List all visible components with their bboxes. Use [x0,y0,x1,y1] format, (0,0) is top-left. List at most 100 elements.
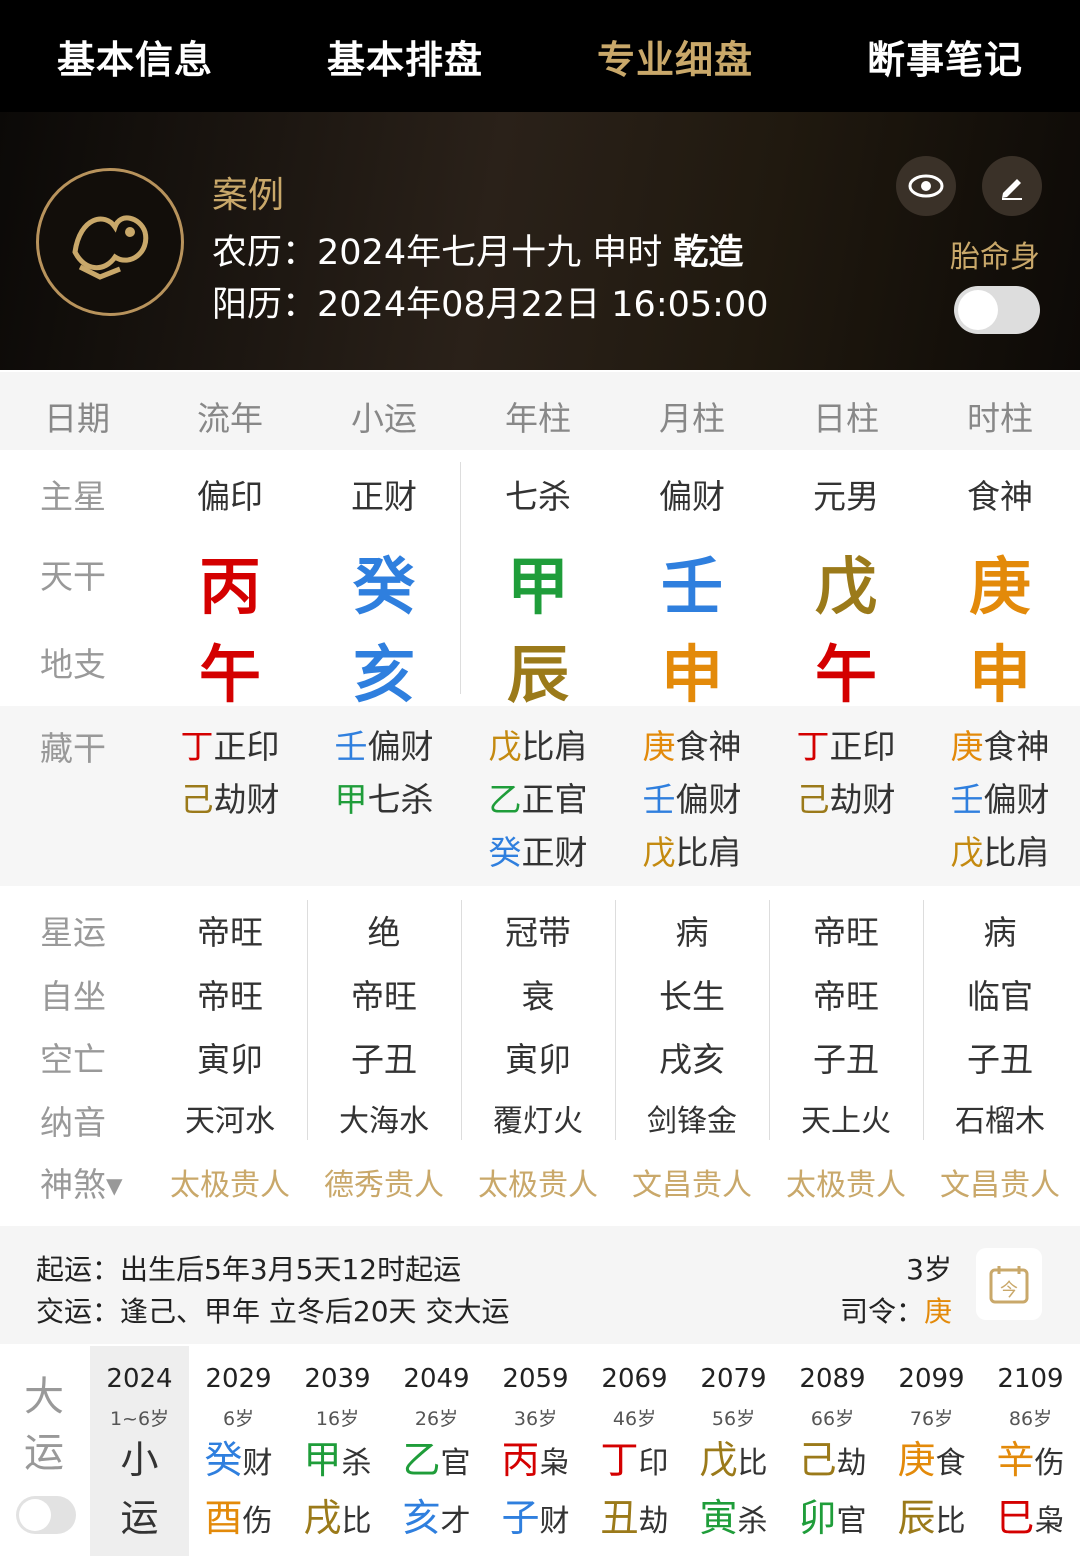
canggan-god: 偏财 [675,780,742,819]
tab-basic-info[interactable]: 基本信息 [0,29,270,84]
col-header-month: 月柱 [659,399,725,438]
cell-xingyun: 冠带 [505,913,571,952]
shensha-cell[interactable]: 太极贵人 [153,1160,307,1204]
main-star: 偏印 [197,477,263,516]
dayun-zhi-god: 枭 [1034,1504,1065,1539]
dayun-year: 2049 [403,1364,470,1394]
canggan-god: 比肩 [675,833,742,872]
canggan-god: 劫财 [213,780,280,819]
dayun-label-2: 运 [24,1430,64,1476]
pencil-icon[interactable] [982,156,1042,216]
row-label-tiangan: 天干 [40,557,106,596]
canggan-god: 比肩 [983,833,1050,872]
dayun-age: 86岁 [1008,1408,1053,1430]
canggan-item: 癸正财 [461,826,615,879]
tab-basic-chart[interactable]: 基本排盘 [270,29,540,84]
dayun-gan-char: 癸 [204,1438,243,1482]
shensha-cell[interactable]: 文昌贵人 [615,1160,769,1204]
dayun-item[interactable]: 2069 46岁 丁印 丑劫 [585,1346,684,1556]
taiming-label: 胎命身 [950,240,1040,275]
dayun-item[interactable]: 2089 66岁 己劫 卯官 [783,1346,882,1556]
dizhi-char: 亥 [352,638,415,711]
tab-notes[interactable]: 断事笔记 [810,29,1080,84]
dayun-year: 2059 [502,1364,569,1394]
dayun-gan-god: 印 [638,1446,669,1481]
cell-xingyun: 绝 [367,913,401,952]
canggan-stem: 庚 [950,727,984,766]
dayun-item[interactable]: 2099 76岁 庚食 辰比 [882,1346,981,1556]
canggan-item: 壬偏财 [923,773,1077,826]
dayun-item[interactable]: 2059 36岁 丙枭 子财 [486,1346,585,1556]
eye-icon[interactable] [896,156,956,216]
dayun-year: 2039 [304,1364,371,1394]
shensha-cell[interactable]: 文昌贵人 [923,1160,1077,1204]
dayun-zhi-char: 戌 [303,1496,342,1540]
dayun-gan: 丁印 [585,1438,684,1486]
canggan-column: 庚食神 壬偏财 戊比肩 [615,720,769,879]
cell-kong: 戌亥 [659,1040,725,1079]
dayun-gan-char: 庚 [897,1438,936,1482]
canggan-stem: 庚 [642,727,676,766]
cell-kong: 寅卯 [197,1040,263,1079]
cell-nayin: 天河水 [185,1104,275,1139]
jiaoyun-line: 交运：逢己、甲年 立冬后20天 交大运 [36,1290,509,1330]
dayun-zhi: 卯官 [783,1496,882,1544]
col-header-hour: 时柱 [967,399,1033,438]
tab-professional-chart[interactable]: 专业细盘 [540,29,810,84]
canggan-god: 正印 [829,727,896,766]
lunar-date: 农历：2024年七月十九 申时 乾造 [212,224,743,275]
canggan-god: 食神 [675,727,742,766]
canggan-god: 正印 [213,727,280,766]
canggan-column: 戊比肩 乙正官 癸正财 [461,720,615,879]
divider [923,900,924,1140]
dayun-gan: 甲杀 [288,1438,387,1486]
cell-xingyun: 帝旺 [197,913,263,952]
solar-label: 阳历： [212,285,318,325]
canggan-stem: 壬 [950,780,984,819]
qiyun-text: 出生后5年3月5天12时起运 [120,1253,462,1286]
canggan-god: 比肩 [521,727,588,766]
canggan-stem: 戊 [950,833,984,872]
cell-kong: 子丑 [351,1040,417,1079]
dayun-item[interactable]: 2049 26岁乙官亥才 [387,1346,486,1556]
dayun-zhi: 辰比 [882,1496,981,1544]
tiangan-char: 戊 [814,550,877,623]
dayun-toggle[interactable] [16,1496,76,1534]
row-label-xingyun: 星运 [40,913,106,952]
calendar-icon[interactable]: 今 [976,1248,1042,1320]
tiangan-char: 壬 [660,550,723,623]
row-label-dizhi: 地支 [40,645,106,684]
dayun-age: 66岁 [810,1408,855,1430]
dayun-zhi-char: 运 [120,1496,159,1540]
lunar-value: 2024年七月十九 申时 [317,233,674,273]
dayun-zhi-god: 比 [935,1504,966,1539]
cell-nayin: 大海水 [339,1104,429,1139]
canggan-god: 七杀 [367,780,434,819]
row-label-shensha[interactable]: 神煞▾ [40,1158,123,1206]
canggan-god: 正官 [521,780,588,819]
dayun-gan: 己劫 [783,1438,882,1486]
canggan-god: 偏财 [983,780,1050,819]
shensha-cell[interactable]: 德秀贵人 [307,1160,461,1204]
dayun-item[interactable]: 2109 86岁 辛伤 巳枭 [981,1346,1080,1556]
tiangan-char: 庚 [968,550,1031,623]
shensha-cell[interactable]: 太极贵人 [461,1160,615,1204]
dayun-zhi: 运 [90,1496,189,1544]
dayun-zhi-char: 亥 [402,1496,441,1540]
dayun-item[interactable]: 2039 16岁 甲杀 戌比 [288,1346,387,1556]
canggan-stem: 戊 [488,727,522,766]
dayun-age: 26岁 [414,1408,459,1430]
taiming-toggle[interactable] [954,286,1040,334]
dayun-zhi-god: 劫 [638,1504,669,1539]
canggan-section: 藏干 丁正印 己劫财 壬偏财 甲七杀 戊比肩 乙正官 癸正财 庚食神 壬偏财 戊比肩 丁正印 己劫财庚… [0,706,1080,886]
dayun-zhi: 寅杀 [684,1496,783,1544]
shensha-cell[interactable]: 太极贵人 [769,1160,923,1204]
siling-label: 司令： [839,1295,924,1328]
dayun-item[interactable]: 2024 1~6岁小运 [90,1346,189,1556]
dayun-label-1: 大 [24,1374,64,1420]
dayun-gan: 乙官 [387,1438,486,1486]
dayun-zhi-god: 才 [440,1504,471,1539]
dayun-item[interactable]: 2079 56岁 戊比 寅杀 [684,1346,783,1556]
dayun-gan-god: 官 [440,1446,471,1481]
dayun-item[interactable]: 2029 6岁 癸财 酉伤 [189,1346,288,1556]
